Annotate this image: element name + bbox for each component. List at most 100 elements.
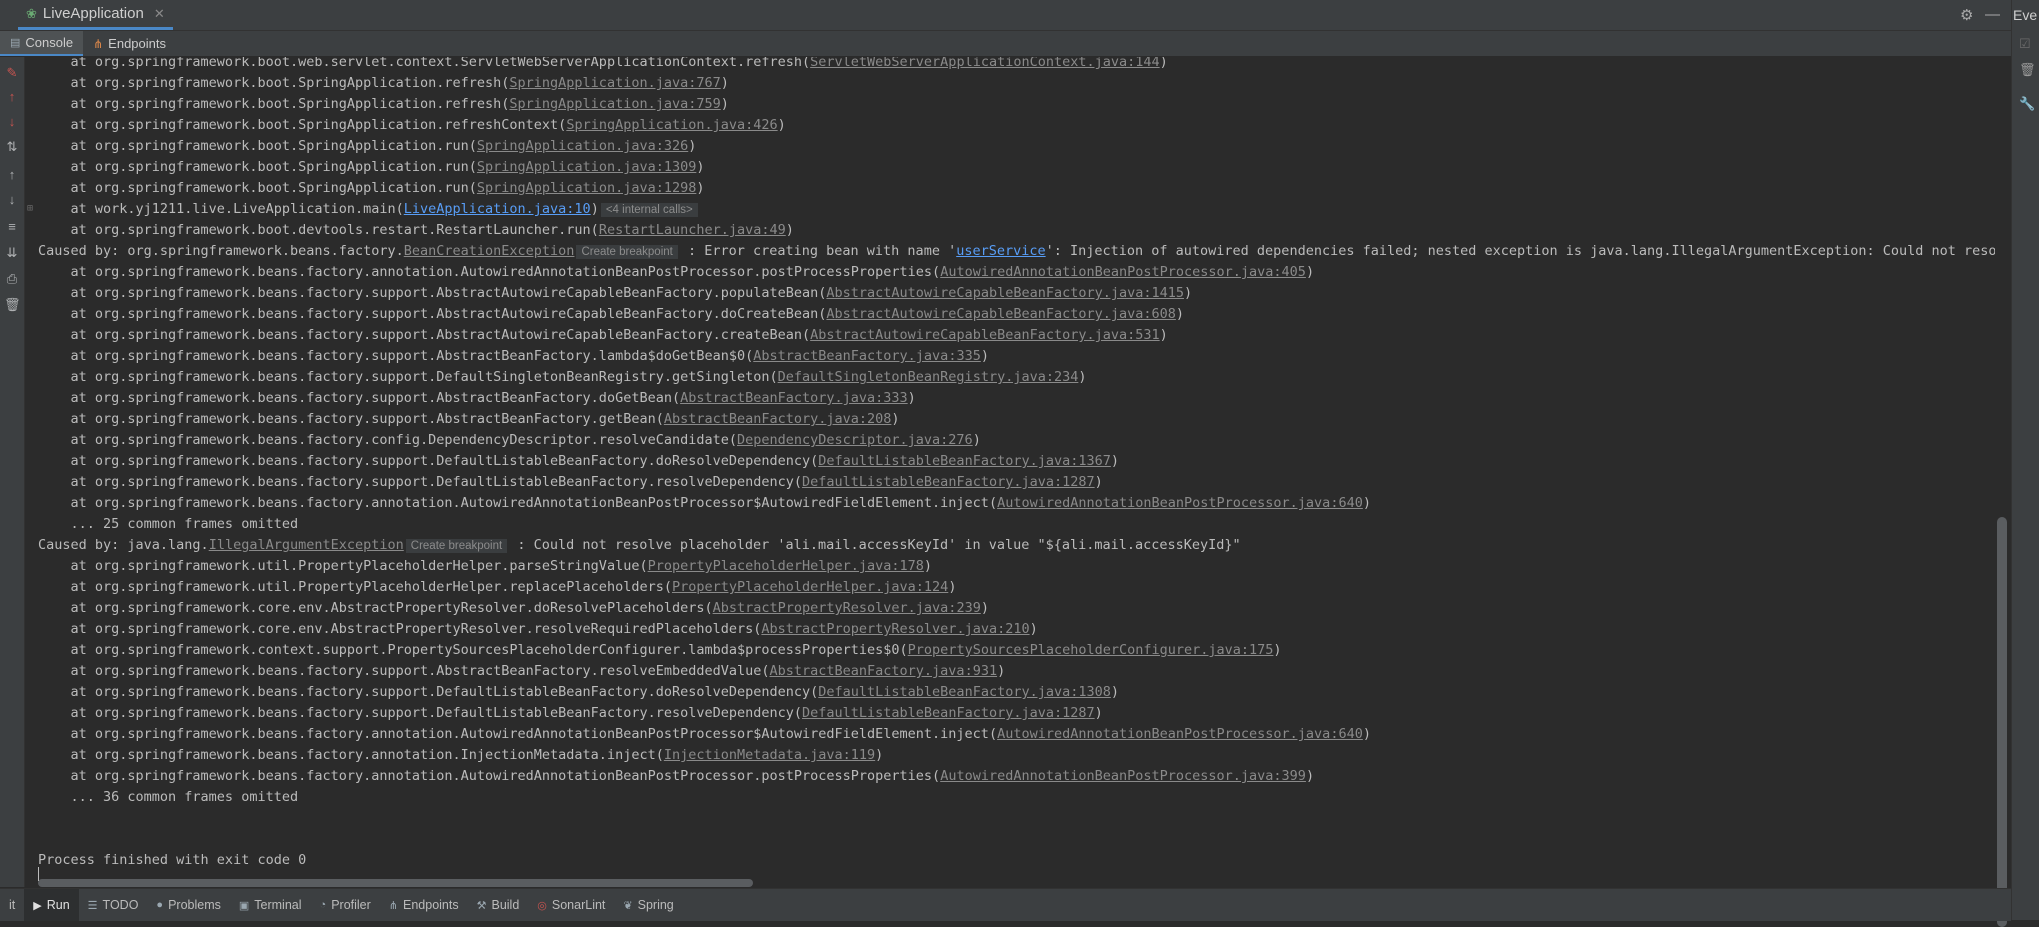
tool-label: Endpoints — [403, 898, 459, 912]
line-text: at org.springframework.util.PropertyPlac… — [38, 579, 672, 595]
wrench-icon[interactable]: 🔧 — [2019, 96, 2035, 112]
console-line: at org.springframework.beans.factory.ann… — [38, 766, 1315, 787]
exception-class-link[interactable]: BeanCreationException — [404, 243, 575, 259]
source-link[interactable]: AutowiredAnnotationBeanPostProcessor.jav… — [940, 768, 1306, 784]
vertical-scroll-thumb[interactable] — [1997, 517, 2007, 927]
source-link[interactable]: SpringApplication.java:767 — [509, 75, 720, 91]
source-link[interactable]: AutowiredAnnotationBeanPostProcessor.jav… — [940, 264, 1306, 280]
tool-problems[interactable]: ● Problems — [147, 889, 229, 921]
line-text: ... 36 common frames omitted — [38, 789, 299, 805]
trash-icon[interactable]: 🗑 — [2019, 62, 2036, 78]
console-line: at org.springframework.beans.factory.sup… — [38, 661, 1006, 682]
console-line: at org.springframework.boot.web.servlet.… — [38, 57, 1168, 73]
tool-profiler[interactable]: ◔ Profiler — [311, 889, 380, 921]
source-link[interactable]: SpringApplication.java:1309 — [477, 159, 696, 175]
tab-console[interactable]: ▤ Console — [0, 31, 84, 56]
clear-all-icon[interactable]: 🗑 — [4, 297, 21, 313]
line-text: ) — [1029, 621, 1038, 637]
source-link[interactable]: AbstractBeanFactory.java:335 — [753, 348, 981, 364]
print-icon[interactable]: ⎙ — [4, 271, 20, 287]
source-link[interactable]: PropertySourcesPlaceholderConfigurer.jav… — [908, 642, 1274, 658]
up-arrow-icon[interactable]: ↑ — [4, 89, 20, 105]
line-text: at org.springframework.beans.factory.sup… — [38, 474, 803, 490]
source-link[interactable]: DefaultSingletonBeanRegistry.java:234 — [778, 369, 1079, 385]
console-line: at org.springframework.boot.SpringApplic… — [38, 94, 729, 115]
create-breakpoint-hint[interactable]: Create breakpoint — [576, 245, 678, 259]
settings-gear-icon[interactable]: ⚙ — [1960, 6, 1973, 24]
console-line: at work.yj1211.live.LiveApplication.main… — [38, 199, 700, 220]
down-arrow-icon[interactable]: ↓ — [4, 114, 20, 130]
tool-sonarlint[interactable]: ◎ SonarLint — [528, 889, 614, 921]
close-tab-icon[interactable]: ✕ — [154, 6, 165, 22]
checklist-icon[interactable]: ☑ — [2019, 36, 2031, 52]
tab-console-label: Console — [25, 35, 74, 50]
line-text: at org.springframework.beans.factory.ann… — [38, 495, 998, 511]
tool-build[interactable]: ⚒ Build — [468, 889, 529, 921]
source-link[interactable]: DefaultListableBeanFactory.java:1308 — [818, 684, 1111, 700]
source-link[interactable]: DependencyDescriptor.java:276 — [737, 432, 973, 448]
run-tab-liveapplication[interactable]: ❀ LiveApplication ✕ — [18, 0, 173, 30]
line-text: ) — [696, 159, 705, 175]
source-link[interactable]: AutowiredAnnotationBeanPostProcessor.jav… — [997, 726, 1363, 742]
internal-calls-fold[interactable]: <4 internal calls> — [600, 203, 698, 217]
source-link[interactable]: AutowiredAnnotationBeanPostProcessor.jav… — [997, 495, 1363, 511]
tool-spring[interactable]: ❦ Spring — [614, 889, 682, 921]
soft-wrap-icon[interactable]: ≡ — [4, 219, 20, 235]
rerun-icon[interactable]: ✎ — [4, 65, 20, 81]
source-link[interactable]: DefaultListableBeanFactory.java:1287 — [802, 474, 1095, 490]
line-text: ) — [590, 201, 599, 217]
minimize-icon[interactable]: — — [1985, 6, 2000, 23]
tool-endpoints[interactable]: ⋔ Endpoints — [380, 889, 468, 921]
exception-class-link[interactable]: IllegalArgumentException — [209, 537, 404, 553]
source-link[interactable]: AbstractPropertyResolver.java:210 — [761, 621, 1029, 637]
source-link[interactable]: SpringApplication.java:326 — [477, 138, 688, 154]
line-text: ) — [1184, 285, 1193, 301]
tool-it[interactable]: it — [0, 889, 24, 921]
source-link[interactable]: AbstractBeanFactory.java:208 — [664, 411, 892, 427]
tool-label: Spring — [637, 898, 674, 912]
line-text: ) — [1362, 495, 1371, 511]
todo-icon: ☰ — [87, 899, 98, 912]
line-text: ) — [785, 222, 794, 238]
source-link[interactable]: RestartLauncher.java:49 — [599, 222, 786, 238]
source-link[interactable]: PropertyPlaceholderHelper.java:124 — [672, 579, 948, 595]
tool-run[interactable]: ▶ Run — [24, 889, 79, 921]
source-link[interactable]: AbstractBeanFactory.java:333 — [680, 390, 908, 406]
horizontal-scroll-thumb[interactable] — [38, 879, 753, 887]
console-line: at org.springframework.beans.factory.sup… — [38, 304, 1185, 325]
source-link[interactable]: SpringApplication.java:1298 — [477, 180, 696, 196]
source-link[interactable]: AbstractAutowireCapableBeanFactory.java:… — [810, 327, 1160, 343]
fold-expand-icon[interactable]: ⊞ — [27, 203, 33, 214]
source-link[interactable]: LiveApplication.java:10 — [404, 201, 591, 217]
next-occurrence-icon[interactable]: ↓ — [4, 192, 20, 208]
tool-terminal[interactable]: ▣ Terminal — [230, 889, 311, 921]
sort-icon[interactable]: ⇅ — [4, 139, 20, 155]
source-link[interactable]: DefaultListableBeanFactory.java:1367 — [818, 453, 1111, 469]
create-breakpoint-hint[interactable]: Create breakpoint — [405, 539, 508, 553]
source-link[interactable]: AbstractPropertyResolver.java:239 — [713, 600, 981, 616]
console-output[interactable]: at org.springframework.boot.web.servlet.… — [25, 57, 1995, 875]
line-text: ) — [923, 558, 933, 574]
prev-occurrence-icon[interactable]: ↑ — [4, 167, 20, 183]
tab-endpoints[interactable]: ⋔ Endpoints — [83, 31, 176, 56]
source-link[interactable]: SpringApplication.java:759 — [509, 96, 720, 112]
source-link[interactable]: SpringApplication.java:426 — [566, 117, 777, 133]
source-link[interactable]: AbstractBeanFactory.java:931 — [770, 663, 998, 679]
console-line: at org.springframework.util.PropertyPlac… — [38, 556, 933, 577]
scroll-to-end-icon[interactable]: ⇊ — [4, 245, 20, 261]
console-line: at org.springframework.beans.factory.ann… — [38, 745, 884, 766]
source-link[interactable]: AbstractAutowireCapableBeanFactory.java:… — [826, 306, 1176, 322]
console-line: Caused by: java.lang.IllegalArgumentExce… — [38, 535, 1241, 556]
line-text: ) — [720, 75, 729, 91]
tool-todo[interactable]: ☰ TODO — [79, 889, 148, 921]
source-link[interactable]: AbstractAutowireCapableBeanFactory.java:… — [826, 285, 1184, 301]
source-link[interactable]: ServletWebServerApplicationContext.java:… — [810, 57, 1160, 70]
source-link[interactable]: PropertyPlaceholderHelper.java:178 — [648, 558, 924, 574]
source-link[interactable]: DefaultListableBeanFactory.java:1287 — [802, 705, 1095, 721]
bean-name-link[interactable]: userService — [956, 243, 1045, 259]
line-text: at org.springframework.core.env.Abstract… — [38, 621, 762, 637]
vertical-scrollbar[interactable] — [1995, 57, 2009, 927]
source-link[interactable]: InjectionMetadata.java:119 — [664, 747, 875, 763]
line-text: Process finished with exit code 0 — [38, 852, 307, 868]
event-log-label[interactable]: Eve — [2013, 7, 2037, 23]
